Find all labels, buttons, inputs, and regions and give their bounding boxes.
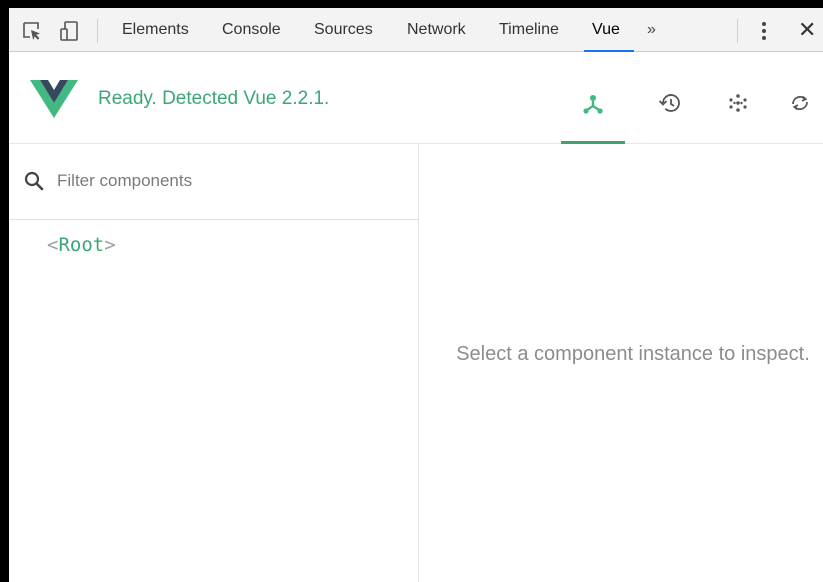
tab-vue[interactable]: Vue [584, 8, 634, 52]
kebab-menu-icon[interactable] [761, 20, 767, 47]
search-icon [24, 171, 44, 196]
vue-header: Ready. Detected Vue 2.2.1. [9, 52, 823, 145]
inspect-element-icon[interactable] [21, 20, 43, 42]
empty-state-message: Select a component instance to inspect. [456, 343, 810, 365]
device-toggle-icon[interactable] [58, 20, 80, 42]
devtools-toolbar: Elements Console Sources Network Timelin… [9, 8, 823, 52]
components-tree-icon [583, 95, 603, 114]
filter-bar [9, 144, 418, 220]
vue-logo-icon [30, 80, 78, 123]
component-tree-pane: <Root> [9, 144, 419, 582]
tab-console[interactable]: Console [222, 8, 281, 52]
tab-elements[interactable]: Elements [122, 8, 189, 52]
refresh-button[interactable] [767, 78, 823, 144]
refresh-icon [792, 95, 808, 111]
devtools-window: Elements Console Sources Network Timelin… [0, 0, 823, 582]
more-tabs-button[interactable]: » [647, 8, 656, 52]
history-tab-button[interactable] [636, 78, 700, 144]
filter-components-input[interactable] [57, 168, 397, 194]
tab-sources[interactable]: Sources [314, 8, 373, 52]
vuex-tab-button[interactable] [706, 78, 770, 144]
close-devtools-button[interactable]: ✕ [798, 8, 816, 52]
inspector-pane: Select a component instance to inspect. [419, 144, 823, 582]
tree-node-root[interactable]: <Root> [47, 234, 116, 256]
toolbar-separator [737, 19, 738, 43]
component-name: Root [58, 234, 105, 256]
tag-close-bracket: > [104, 234, 116, 256]
tab-network[interactable]: Network [407, 8, 466, 52]
history-icon [658, 94, 680, 112]
tab-timeline[interactable]: Timeline [499, 8, 559, 52]
vuex-dots-icon [729, 94, 747, 112]
toolbar-separator [97, 19, 98, 43]
status-text: Ready. Detected Vue 2.2.1. [98, 88, 330, 109]
components-tab-button[interactable] [561, 78, 625, 145]
tag-open-bracket: < [47, 234, 59, 256]
